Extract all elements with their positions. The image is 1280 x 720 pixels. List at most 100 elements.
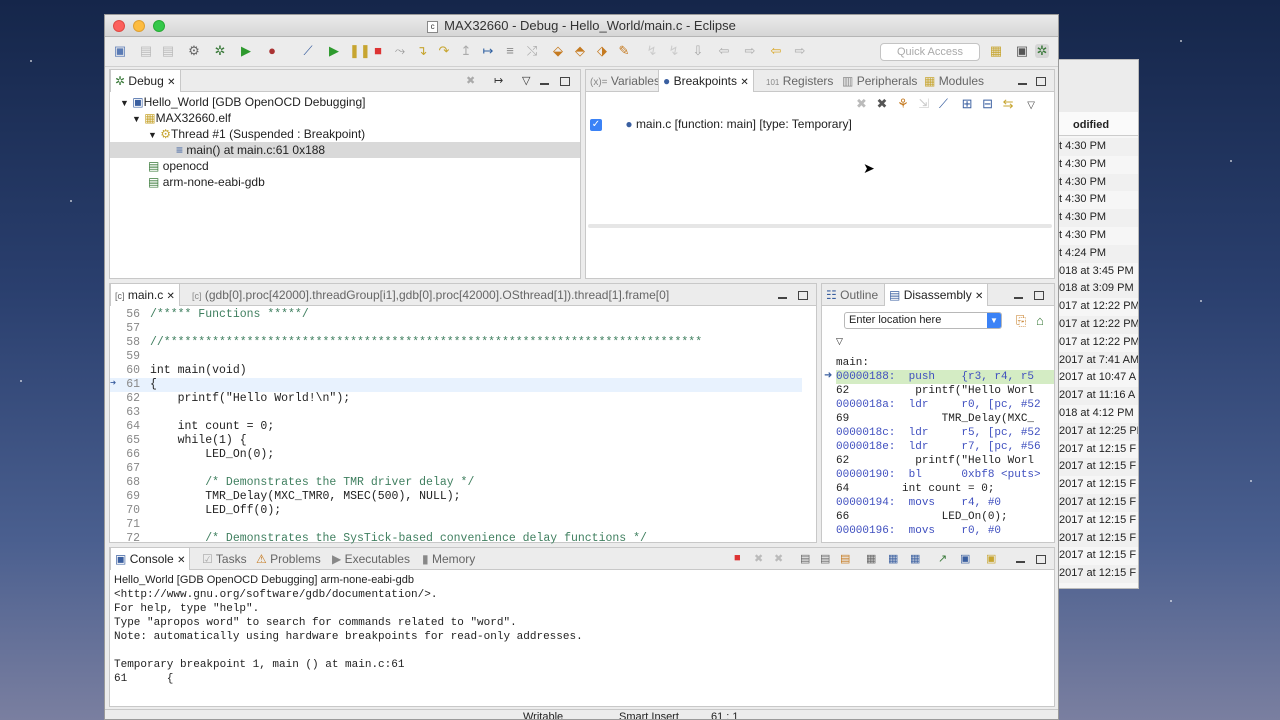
view-menu-icon[interactable]: ▽ <box>1027 100 1035 111</box>
minimize-view-button[interactable] <box>1016 556 1025 568</box>
finder-row[interactable]: t 4:30 PM <box>1053 227 1138 245</box>
instruction-stepping-icon[interactable]: ↦ <box>481 44 495 58</box>
close-icon[interactable]: ✕ <box>177 555 185 566</box>
disassembly-line[interactable]: 69 TMR_Delay(MXC_ <box>836 412 1054 426</box>
finder-row[interactable]: 2017 at 12:15 F <box>1053 476 1138 494</box>
tab-executables[interactable]: ▶ Executables <box>332 548 410 570</box>
finder-row[interactable]: t 4:30 PM <box>1053 209 1138 227</box>
disassembly-line[interactable]: 00000188: push {r3, r4, r5 <box>836 370 1054 384</box>
finder-row[interactable]: t 4:30 PM <box>1053 191 1138 209</box>
close-icon[interactable]: ✕ <box>740 77 748 88</box>
link-with-debug-icon[interactable]: ⇆ <box>1003 96 1014 111</box>
open-perspective-icon[interactable]: ▦ <box>989 44 1003 58</box>
maximize-view-button[interactable] <box>560 75 570 87</box>
tab-tasks[interactable]: ☑ Tasks <box>202 548 247 570</box>
tab-frame-source[interactable]: [c] (gdb[0].proc[42000].threadGroup[i1],… <box>192 284 712 306</box>
tab-disassembly[interactable]: ▤ Disassembly ✕ <box>884 284 989 306</box>
finder-row[interactable]: 2017 at 12:15 F <box>1053 529 1138 548</box>
skip-breakpoints-icon[interactable]: ⟋ <box>301 44 315 58</box>
code-line[interactable]: 63 <box>110 406 802 420</box>
finder-row[interactable]: t 4:30 PM <box>1053 156 1138 174</box>
remove-launch-icon[interactable]: ✖ <box>754 552 763 565</box>
remove-breakpoint-icon[interactable]: ✖ <box>856 96 867 111</box>
disassembly-line[interactable]: 0000018e: ldr r7, [pc, #56 <box>836 440 1054 454</box>
disassembly-line[interactable]: 62 printf("Hello Worl <box>836 454 1054 468</box>
finder-row[interactable]: 2017 at 10:47 A <box>1053 369 1138 387</box>
finder-row[interactable]: 2017 at 11:16 A <box>1053 387 1138 405</box>
minimize-view-button[interactable] <box>1014 292 1023 304</box>
open-type-icon[interactable]: ⬙ <box>551 44 565 58</box>
view-menu-icon[interactable]: ▽ <box>522 74 530 87</box>
code-line[interactable]: 66 LED_On(0); <box>110 448 802 462</box>
finder-row[interactable]: t 4:30 PM <box>1053 173 1138 192</box>
remove-all-terminated-icon[interactable]: ✖ <box>774 552 783 565</box>
finder-row[interactable]: 018 at 3:45 PM <box>1053 263 1138 281</box>
finder-row[interactable]: 017 at 12:22 PM <box>1053 315 1138 334</box>
tree-item-launch[interactable]: ▼ ▣Hello_World [GDB OpenOCD Debugging] <box>120 94 366 110</box>
go-to-file-icon[interactable]: ⇲ <box>918 96 929 111</box>
tab-registers[interactable]: 101 Registers <box>766 70 833 92</box>
chevron-down-icon[interactable]: ▼ <box>987 313 1001 328</box>
maximize-view-button[interactable] <box>1034 289 1044 301</box>
clear-console-icon[interactable]: ▤ <box>800 552 810 565</box>
finder-row[interactable]: 018 at 3:09 PM <box>1053 280 1138 299</box>
expand-all-icon[interactable]: ⊞ <box>962 96 973 111</box>
scroll-lock-icon[interactable]: ▤ <box>820 552 830 565</box>
code-line[interactable]: 69 TMR_Delay(MXC_TMR0, MSEC(500), NULL); <box>110 490 802 504</box>
pin-console-icon[interactable]: ▦ <box>910 552 920 565</box>
step-return-icon[interactable]: ↥ <box>459 44 473 58</box>
back-icon[interactable]: ⇦ <box>769 44 783 58</box>
close-window-button[interactable] <box>113 20 125 32</box>
last-edit-icon[interactable]: ⇩ <box>691 44 705 58</box>
tab-outline[interactable]: ☷ Outline <box>826 284 878 306</box>
terminate-icon[interactable]: ■ <box>734 552 741 564</box>
disassembly-line[interactable]: main: <box>836 356 1054 370</box>
build-icon[interactable]: ⚙ <box>187 44 201 58</box>
open-element-icon[interactable]: ⬘ <box>573 44 587 58</box>
horizontal-scrollbar[interactable] <box>588 224 1052 228</box>
tab-modules[interactable]: ▦ Modules <box>924 70 984 92</box>
close-icon[interactable]: ✕ <box>975 291 983 302</box>
save-all-icon[interactable]: ▤ <box>161 44 175 58</box>
modified-column-header[interactable]: odified <box>1053 112 1138 136</box>
display-selected-console-icon[interactable]: ↗ <box>938 552 947 565</box>
new-icon[interactable]: ▣ <box>113 44 127 58</box>
run-icon[interactable]: ▶ <box>239 44 253 58</box>
disassembly-line[interactable]: 00000194: movs r4, #0 <box>836 496 1054 510</box>
disassembly-line[interactable]: 0000018c: ldr r5, [pc, #52 <box>836 426 1054 440</box>
tab-memory[interactable]: ▮ Memory <box>422 548 475 570</box>
c-perspective-icon[interactable]: ▣ <box>1015 44 1029 58</box>
maximize-view-button[interactable] <box>1036 553 1046 565</box>
forward-history-icon[interactable]: ⇨ <box>743 44 757 58</box>
maximize-view-button[interactable] <box>798 289 808 301</box>
disassembly-line[interactable]: 00000190: bl 0xbf8 <puts> <box>836 468 1054 482</box>
code-line[interactable]: 70 LED_Off(0); <box>110 504 802 518</box>
code-line[interactable]: 68 /* Demonstrates the TMR driver delay … <box>110 476 802 490</box>
tree-item-openocd[interactable]: ▤ openocd <box>148 158 209 174</box>
finder-row[interactable]: 2017 at 12:15 F <box>1053 441 1138 459</box>
code-line[interactable]: 65 while(1) { <box>110 434 802 448</box>
external-tools-icon[interactable]: ● <box>265 44 279 58</box>
disconnect-icon[interactable]: ⤳ <box>393 44 407 58</box>
debug-icon[interactable]: ✲ <box>213 44 227 58</box>
open-console-icon[interactable]: ▣ <box>960 552 970 565</box>
view-menu-icon[interactable]: ▽ <box>836 336 843 347</box>
breakpoint-row[interactable]: ✓ ● main.c [function: main] [type: Tempo… <box>590 116 852 132</box>
new-console-icon[interactable]: ▣ <box>986 552 996 565</box>
location-combo[interactable]: Enter location here ▼ <box>844 312 1002 329</box>
code-line[interactable]: 61 {➜ <box>110 378 802 392</box>
finder-row[interactable]: 2017 at 12:15 F <box>1053 547 1138 565</box>
show-supported-icon[interactable]: ⚘ <box>897 96 909 111</box>
back-history-icon[interactable]: ⇦ <box>717 44 731 58</box>
code-line[interactable]: 64 int count = 0; <box>110 420 802 434</box>
quick-access-field[interactable]: Quick Access <box>880 43 980 61</box>
tab-peripherals[interactable]: ▥ Peripherals <box>842 70 917 92</box>
code-line[interactable]: 67 <box>110 462 802 476</box>
finder-row[interactable]: t 4:24 PM <box>1053 244 1138 263</box>
drop-to-frame-icon[interactable]: ≡ <box>503 44 517 58</box>
open-folder-icon[interactable]: ⬗ <box>595 44 609 58</box>
finder-row[interactable]: 2017 at 12:15 F <box>1053 458 1138 477</box>
console-output[interactable]: <http://www.gnu.org/software/gdb/documen… <box>114 588 1050 686</box>
code-editor[interactable]: 56 /***** Functions *****/ 57 58 //*********… <box>110 306 816 545</box>
code-line[interactable]: 62 printf("Hello World!\n"); <box>110 392 802 406</box>
